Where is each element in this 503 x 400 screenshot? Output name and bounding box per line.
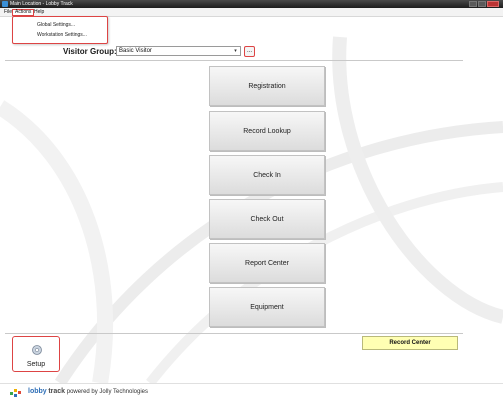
brand-lobby: lobby bbox=[28, 388, 47, 395]
equipment-button[interactable]: Equipment bbox=[209, 287, 325, 327]
setup-label: Setup bbox=[26, 361, 46, 368]
window-controls bbox=[469, 1, 499, 7]
visitor-group-label: Visitor Group: bbox=[63, 47, 117, 56]
setup-icon bbox=[32, 345, 42, 355]
record-lookup-button[interactable]: Record Lookup bbox=[209, 111, 325, 151]
brand-track: track bbox=[48, 388, 66, 395]
check-out-button[interactable]: Check Out bbox=[209, 199, 325, 239]
check-in-button[interactable]: Check In bbox=[209, 155, 325, 195]
report-center-button[interactable]: Report Center bbox=[209, 243, 325, 283]
menu-help[interactable]: Help bbox=[32, 9, 46, 16]
chevron-down-icon[interactable]: ▾ bbox=[232, 48, 239, 54]
menu-option-workstation-settings[interactable]: Workstation Settings... bbox=[37, 32, 87, 38]
visitor-group-value: Basic Visitor bbox=[119, 48, 152, 54]
top-divider bbox=[5, 60, 463, 61]
bottom-divider bbox=[5, 333, 463, 334]
minimize-button[interactable] bbox=[469, 1, 477, 7]
visitor-group-select[interactable]: Basic Visitor ▾ ... bbox=[116, 46, 255, 57]
lobby-track-logo-icon bbox=[10, 389, 21, 397]
record-center-button[interactable]: Record Center bbox=[362, 336, 458, 350]
window-title: Main Location - Lobby Track bbox=[10, 1, 73, 7]
app-icon bbox=[2, 1, 8, 7]
footer: lobby track powered by Jolly Technologie… bbox=[0, 383, 503, 400]
actions-dropdown: Global Settings... Workstation Settings.… bbox=[12, 16, 108, 44]
registration-button[interactable]: Registration bbox=[209, 66, 325, 106]
maximize-button[interactable] bbox=[478, 1, 486, 7]
brand-tagline: powered by Jolly Technologies bbox=[66, 389, 149, 395]
footer-brand: lobby track powered by Jolly Technologie… bbox=[28, 388, 148, 395]
menu-option-global-settings[interactable]: Global Settings... bbox=[37, 22, 75, 28]
visitor-group-more-button[interactable]: ... bbox=[244, 46, 255, 57]
close-button[interactable] bbox=[487, 1, 499, 7]
setup-button[interactable]: Setup bbox=[12, 336, 60, 372]
title-bar: Main Location - Lobby Track bbox=[0, 0, 503, 8]
